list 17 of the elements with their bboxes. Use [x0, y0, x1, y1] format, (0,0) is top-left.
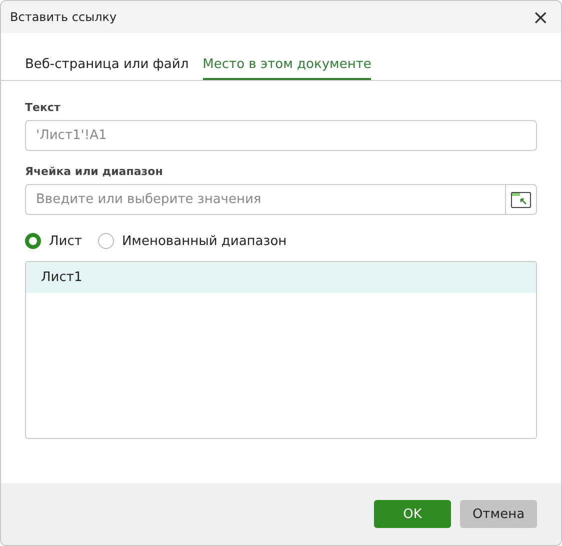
radio-icon[interactable] — [25, 233, 41, 249]
range-field[interactable]: Введите или выберите значения — [25, 184, 506, 215]
tab[interactable]: Веб-страница или файл — [25, 57, 189, 80]
field-label: Ячейка или диапазон — [25, 165, 164, 178]
radio-option[interactable]: Лист — [25, 233, 82, 249]
tab[interactable]: Место в этом документе — [202, 57, 372, 80]
close-button[interactable]: × — [528, 7, 553, 27]
radio-icon[interactable] — [98, 233, 114, 249]
text-field[interactable]: 'Лист1'!A1 — [25, 120, 537, 151]
list-item[interactable]: Лист1 — [26, 262, 536, 293]
radio-option[interactable]: Именованный диапазон — [98, 233, 287, 249]
range-picker-button[interactable] — [506, 184, 537, 215]
ok-button[interactable]: OK — [374, 500, 451, 528]
range-select-icon — [511, 192, 531, 208]
cancel-button[interactable]: Отмена — [460, 500, 537, 528]
field-label: Текст — [25, 101, 62, 114]
window-title: Вставить ссылку — [10, 10, 117, 24]
